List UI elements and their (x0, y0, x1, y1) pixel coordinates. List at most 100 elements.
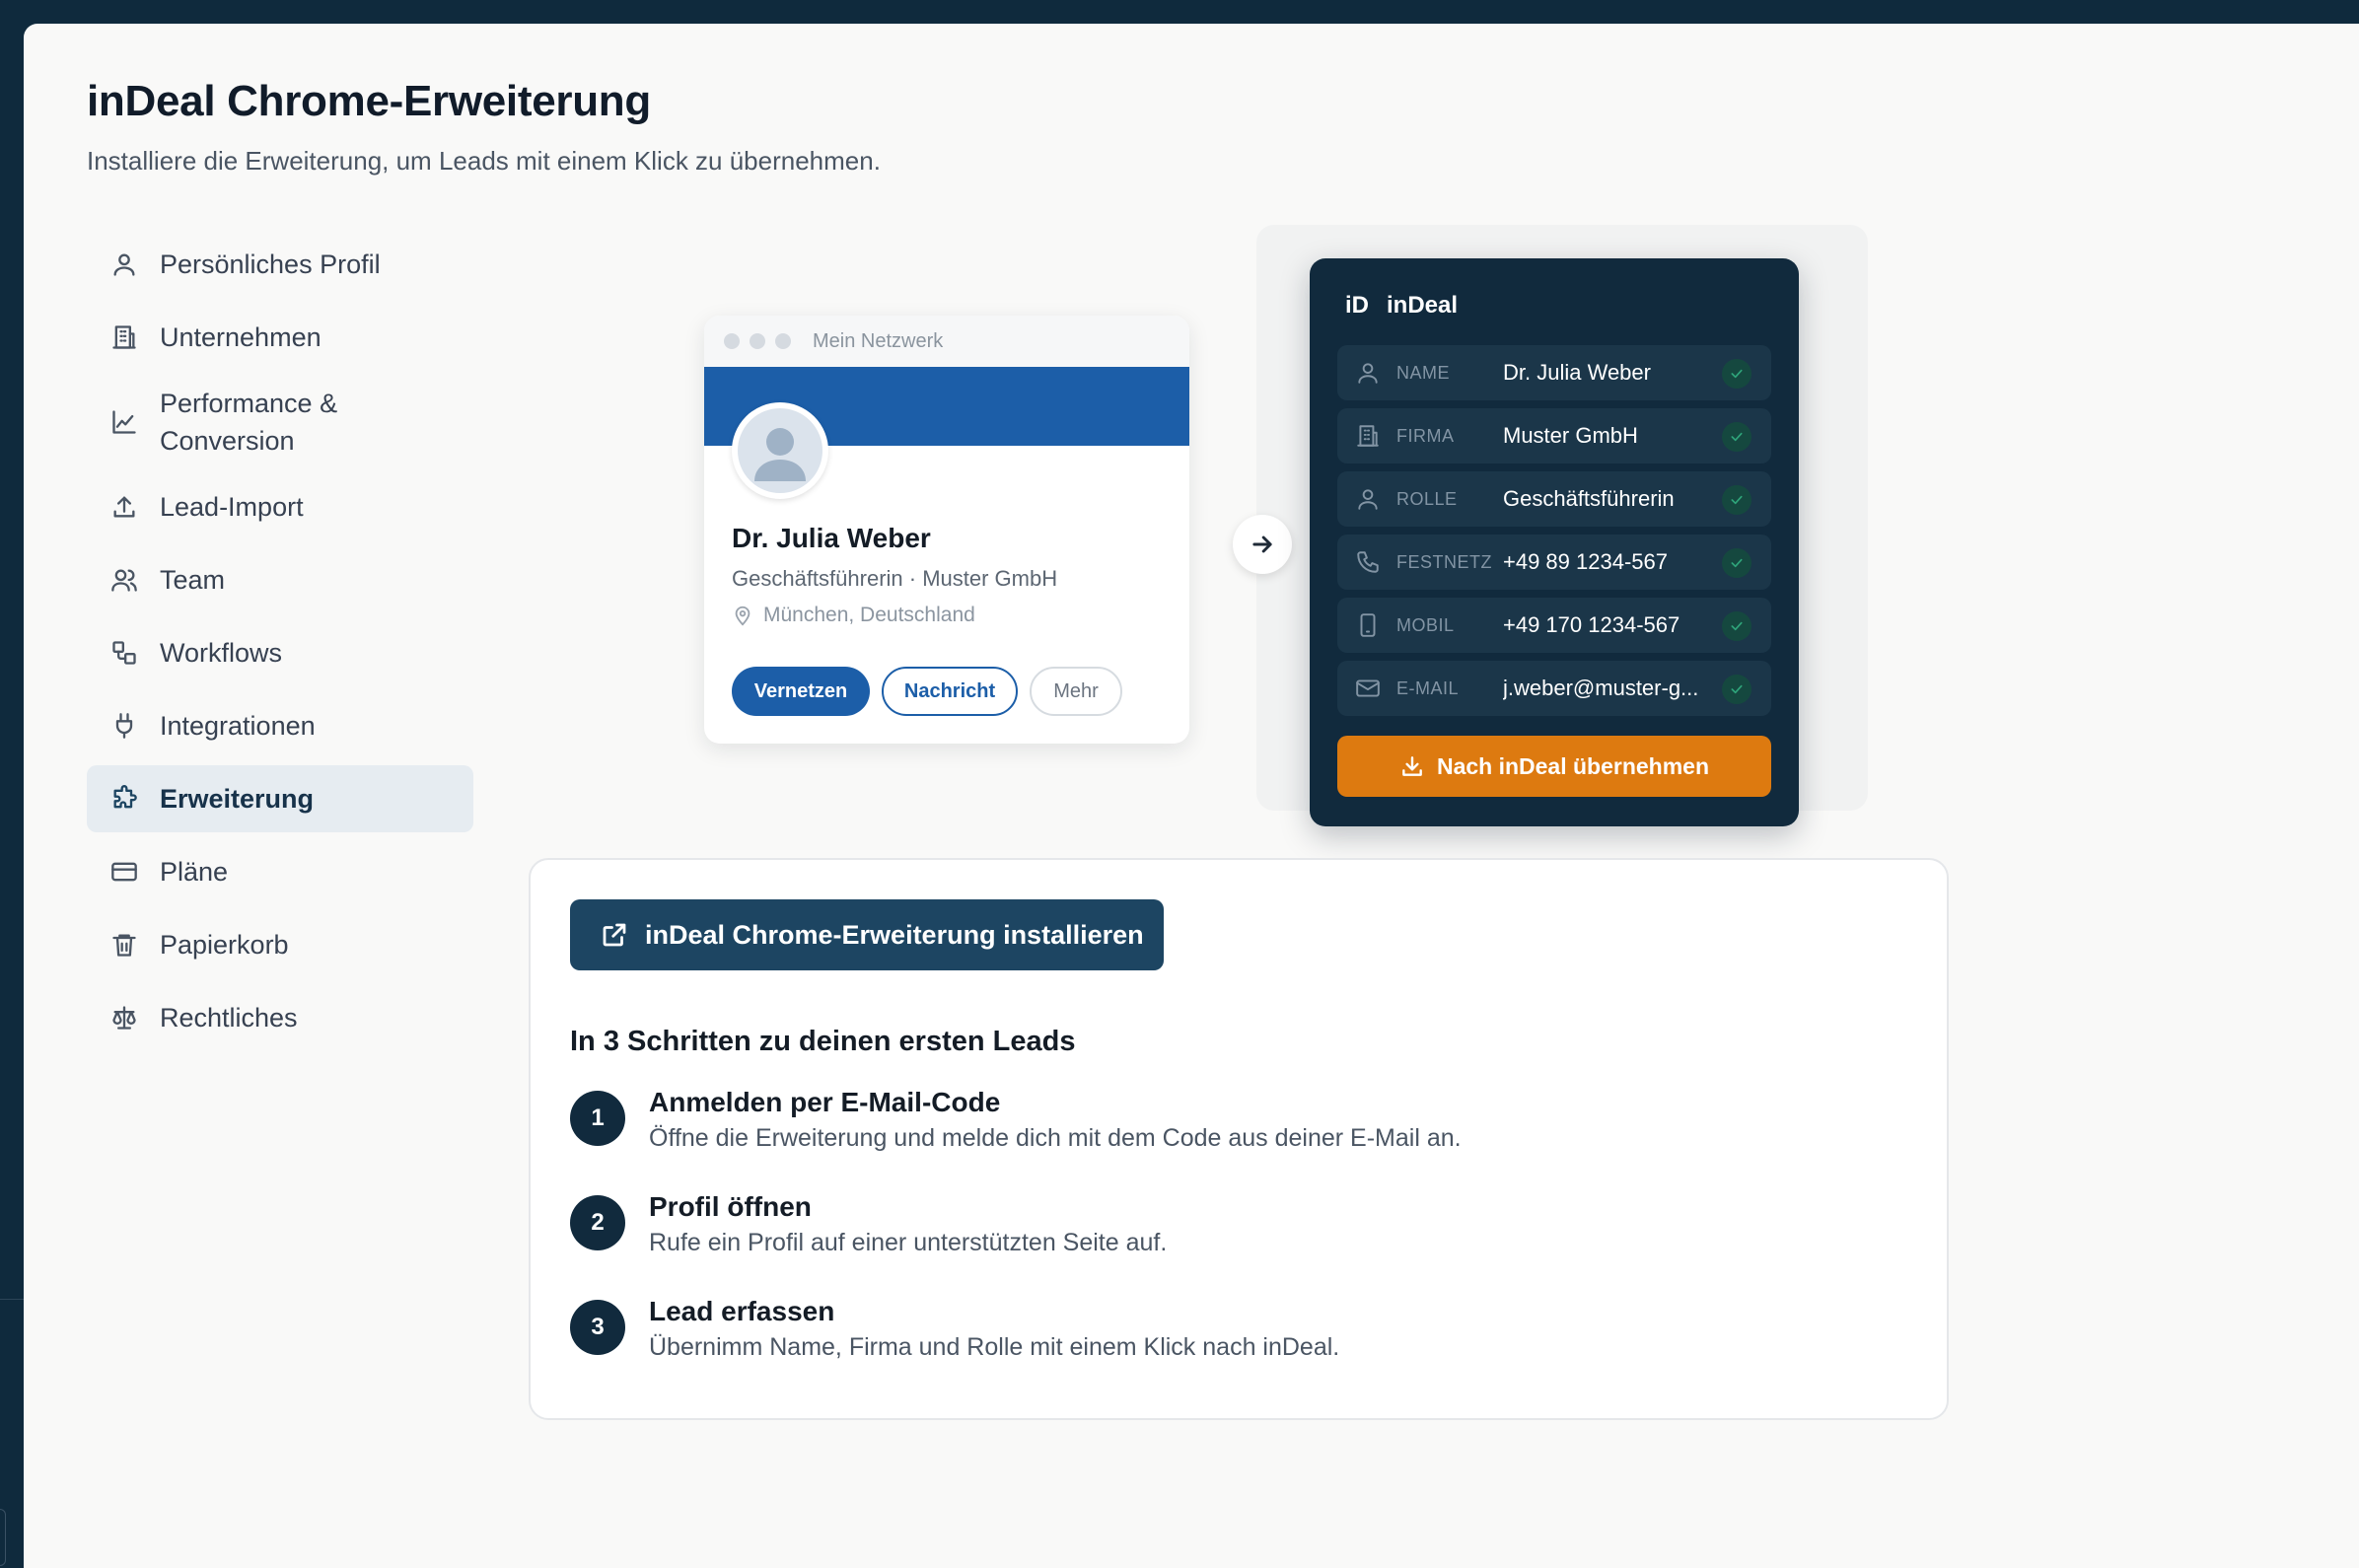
transfer-button-label: Nach inDeal übernehmen (1436, 752, 1710, 779)
window-dot (724, 333, 740, 349)
step-title: Lead erfassen (649, 1296, 835, 1326)
sidebar-item-label: Unternehmen (160, 322, 322, 352)
field-label: FESTNETZ (1396, 551, 1492, 572)
top-bar (0, 0, 2359, 24)
sidebar-item-lead-import[interactable]: Lead-Import (87, 473, 473, 540)
step-description: Rufe ein Profil auf einer unterstützten … (649, 1229, 1168, 1256)
sidebar-item-extension[interactable]: Erweiterung (87, 765, 473, 832)
sidebar-item-integrations[interactable]: Integrationen (87, 692, 473, 759)
user-icon (1355, 360, 1381, 386)
phone-icon (1355, 549, 1381, 575)
arrow-right-icon (1252, 535, 1272, 553)
transfer-to-indeal-button[interactable]: Nach inDeal übernehmen (1337, 736, 1771, 797)
upload-icon (110, 493, 138, 521)
steps-heading: In 3 Schritten zu deinen ersten Leads (570, 1026, 1076, 1057)
app-left-rail (0, 0, 24, 1568)
install-button-label: inDeal Chrome-Erweiterung installieren (645, 919, 1144, 950)
field-label: FIRMA (1396, 425, 1455, 446)
rail-divider (0, 1299, 24, 1300)
check-icon (1722, 359, 1751, 389)
external-link-icon (603, 923, 626, 947)
sidebar-item-plans[interactable]: Pläne (87, 838, 473, 905)
rail-handle[interactable] (0, 1509, 6, 1566)
field-value: Geschäftsführerin (1503, 486, 1675, 511)
download-icon (1402, 756, 1422, 776)
sidebar-item-company[interactable]: Unternehmen (87, 304, 473, 371)
step-number: 2 (570, 1195, 625, 1250)
map-pin-icon (735, 606, 751, 626)
connect-button[interactable]: Vernetzen (732, 667, 870, 716)
field-value: +49 89 1234-567 (1503, 549, 1668, 574)
field-name: NAME Dr. Julia Weber (1337, 345, 1771, 400)
avatar (732, 402, 828, 499)
sidebar-item-label: Lead-Import (160, 492, 304, 522)
step-description: Übernimm Name, Firma und Rolle mit einem… (649, 1333, 1340, 1361)
sidebar-item-label: Rechtliches (160, 1003, 298, 1033)
extension-header: iD inDeal (1345, 292, 1458, 320)
avatar-placeholder-icon (754, 428, 806, 481)
user-icon (110, 250, 138, 278)
profile-card-preview: Mein Netzwerk Dr. Julia Weber Geschäftsf… (704, 316, 1189, 744)
browser-window-header: Mein Netzwerk (704, 316, 1189, 367)
indeal-logo: iD (1345, 292, 1369, 319)
window-dot (750, 333, 765, 349)
workflow-icon (110, 639, 138, 667)
check-icon (1722, 548, 1751, 578)
sidebar-item-label: Pläne (160, 857, 229, 887)
field-email: E-MAIL j.weber@muster-g... (1337, 661, 1771, 716)
building-icon (110, 323, 138, 351)
field-label: NAME (1396, 362, 1451, 383)
profile-actions: Vernetzen Nachricht Mehr (732, 667, 1134, 716)
trash-icon (110, 931, 138, 959)
sidebar-item-team[interactable]: Team (87, 546, 473, 613)
sidebar-item-trash[interactable]: Papierkorb (87, 911, 473, 978)
check-icon (1722, 611, 1751, 641)
sidebar-item-label: Papierkorb (160, 930, 289, 960)
mail-icon (1355, 676, 1381, 701)
profile-role-company: Geschäftsführerin · Muster GmbH (732, 566, 1058, 591)
extension-brand: inDeal (1387, 292, 1459, 319)
sidebar-item-performance[interactable]: Performance & Conversion (87, 377, 473, 467)
install-extension-button[interactable]: inDeal Chrome-Erweiterung installieren (570, 899, 1164, 970)
check-icon (1722, 422, 1751, 452)
profile-name: Dr. Julia Weber (732, 523, 931, 553)
message-button[interactable]: Nachricht (882, 667, 1018, 716)
building-icon (1355, 423, 1381, 449)
extension-popup-preview: iD inDeal NAME Dr. Julia Weber FIRMA Mus… (1310, 258, 1799, 826)
more-button[interactable]: Mehr (1030, 667, 1122, 716)
plug-icon (110, 712, 138, 740)
profile-location-text: München, Deutschland (763, 604, 975, 626)
sidebar-item-label: Team (160, 565, 226, 595)
field-value: Dr. Julia Weber (1503, 360, 1651, 385)
sidebar-item-label: Workflows (160, 638, 283, 668)
sidebar-item-workflows[interactable]: Workflows (87, 619, 473, 686)
field-mobile: MOBIL +49 170 1234-567 (1337, 598, 1771, 653)
step-title: Anmelden per E-Mail-Code (649, 1087, 1001, 1117)
sidebar-item-legal[interactable]: Rechtliches (87, 984, 473, 1051)
scale-icon (110, 1004, 138, 1032)
sidebar-item-label: Integrationen (160, 711, 316, 741)
field-value: Muster GmbH (1503, 423, 1638, 448)
install-panel: inDeal Chrome-Erweiterung installieren I… (529, 858, 1949, 1420)
step-number: 3 (570, 1300, 625, 1355)
sidebar-item-profile[interactable]: Persönliches Profil (87, 231, 473, 298)
sidebar-item-label: Performance & Conversion (160, 389, 338, 456)
field-company: FIRMA Muster GmbH (1337, 408, 1771, 463)
check-icon (1722, 485, 1751, 515)
field-value: j.weber@muster-g... (1503, 676, 1699, 700)
step-description: Öffne die Erweiterung und melde dich mit… (649, 1124, 1462, 1152)
field-label: E-MAIL (1396, 677, 1460, 698)
user-icon (1355, 486, 1381, 512)
field-landline: FESTNETZ +49 89 1234-567 (1337, 535, 1771, 590)
chart-line-icon (110, 408, 138, 436)
window-dot (775, 333, 791, 349)
sidebar-item-label: Persönliches Profil (160, 249, 381, 279)
puzzle-icon (110, 785, 138, 813)
window-title: Mein Netzwerk (813, 329, 944, 352)
step-number: 1 (570, 1091, 625, 1146)
page-title: inDeal Chrome-Erweiterung (87, 77, 651, 125)
step-title: Profil öffnen (649, 1191, 812, 1222)
field-value: +49 170 1234-567 (1503, 612, 1680, 637)
profile-location: München, Deutschland (732, 604, 975, 627)
settings-sidebar: Persönliches Profil Unternehmen Performa… (87, 231, 473, 1057)
